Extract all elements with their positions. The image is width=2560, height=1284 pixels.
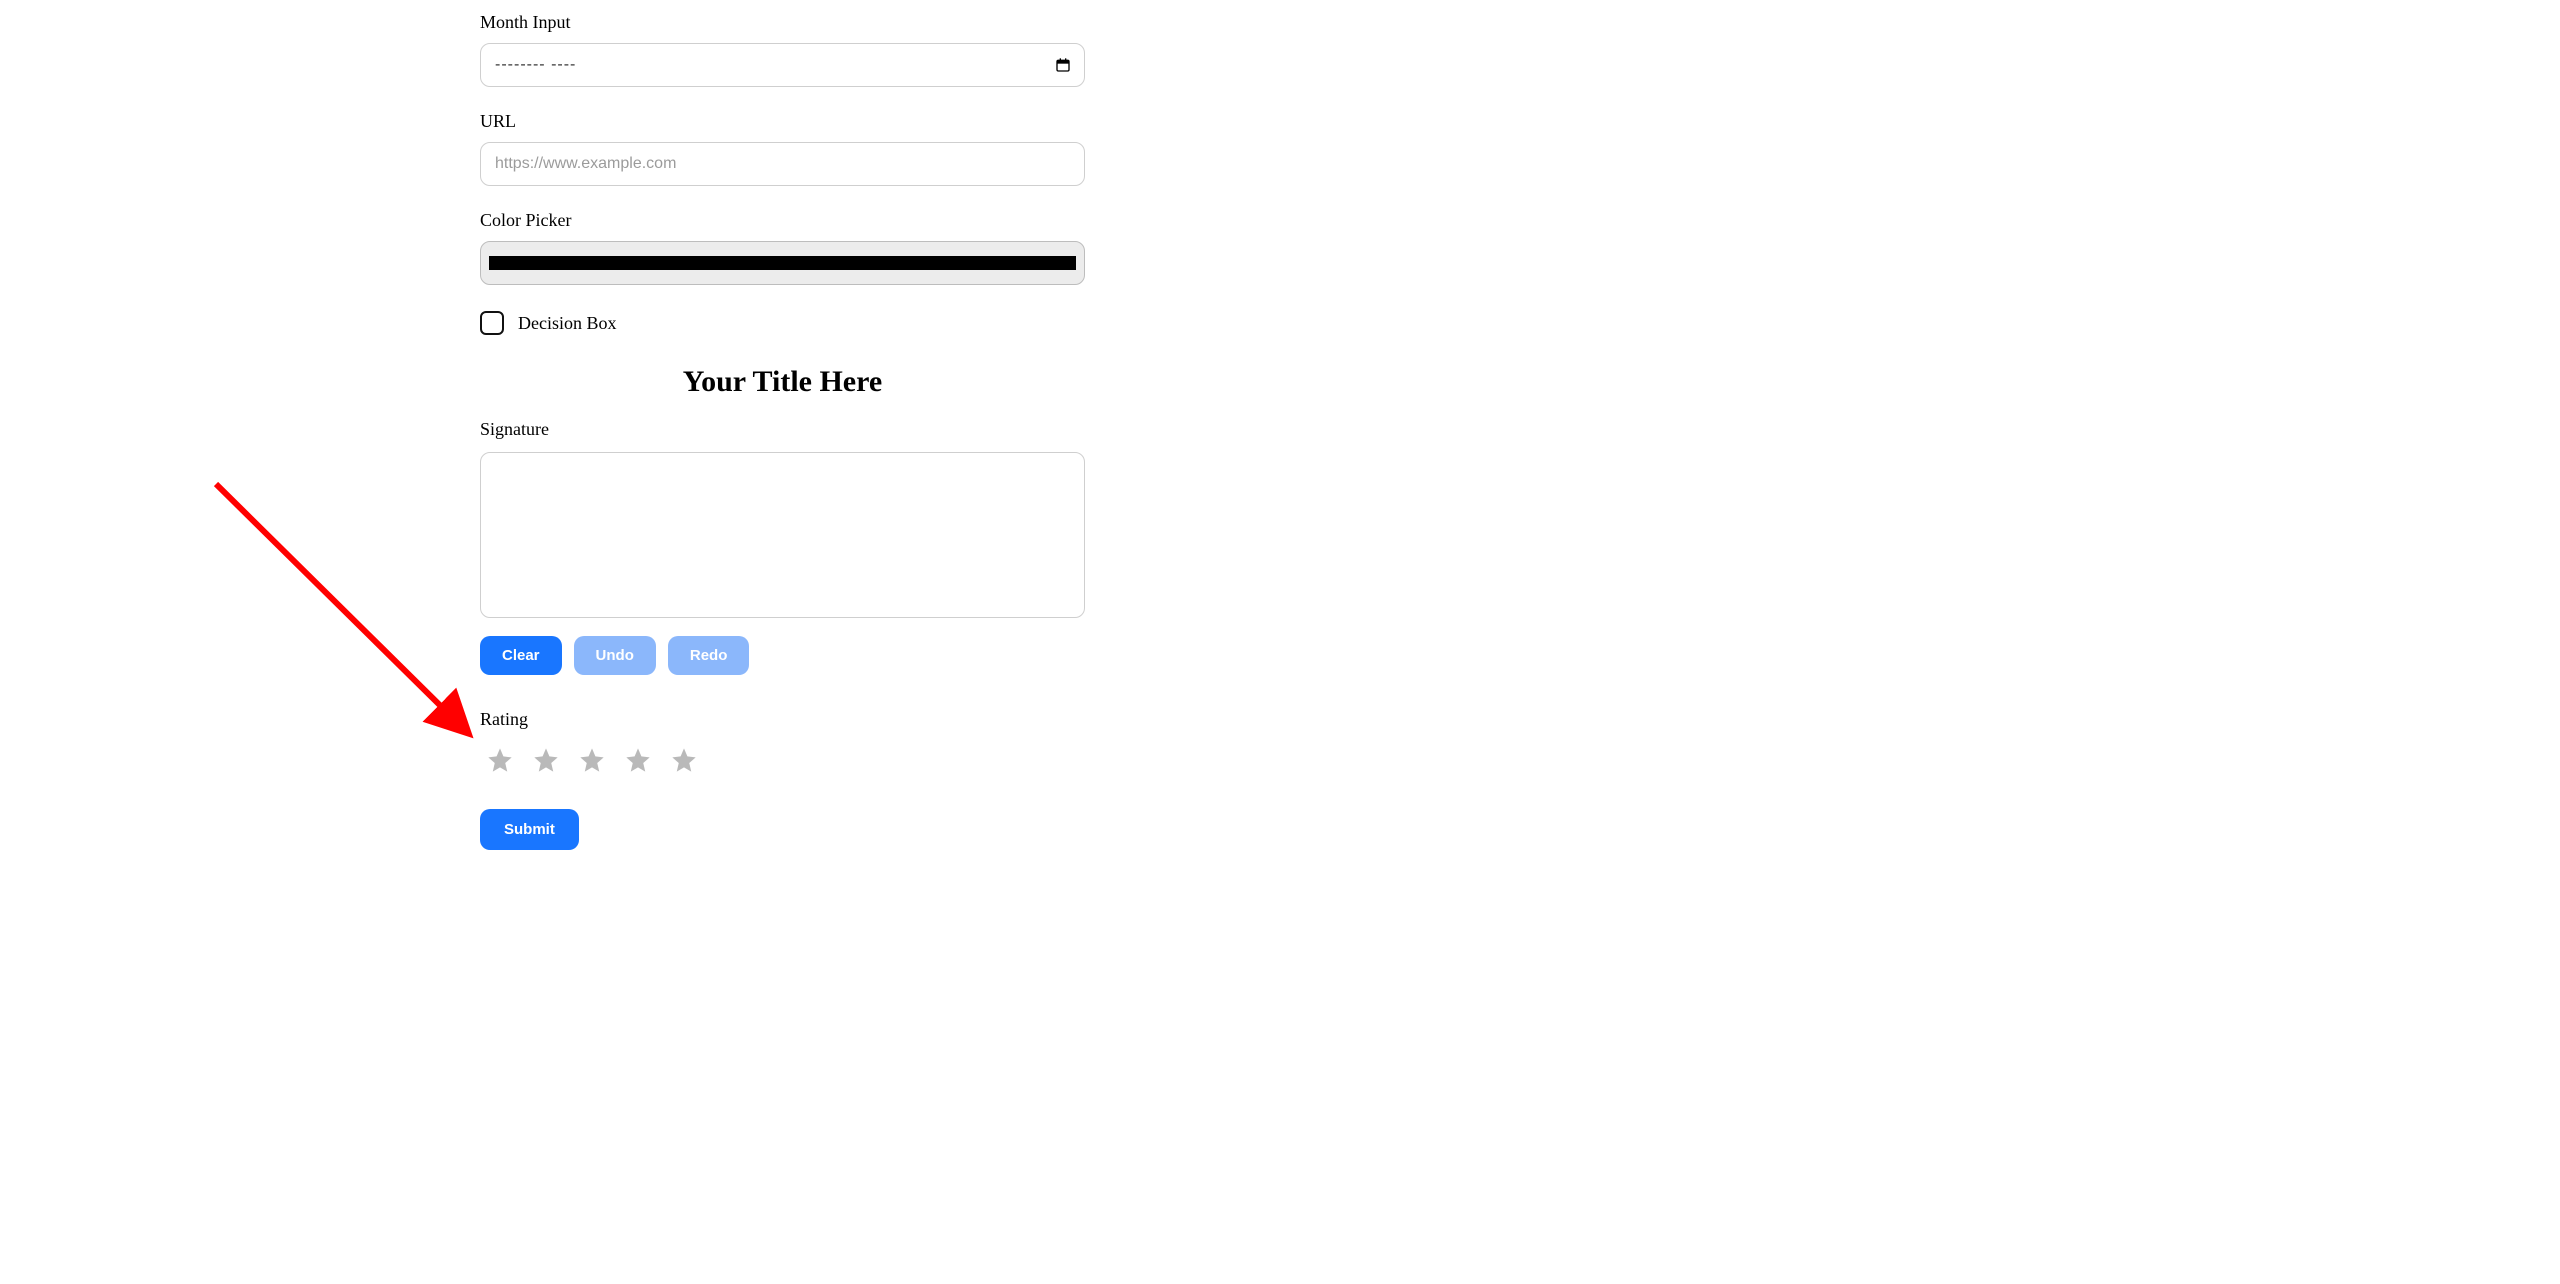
color-swatch	[489, 256, 1076, 270]
undo-button[interactable]: Undo	[574, 636, 656, 675]
submit-wrap: Submit	[480, 809, 1085, 850]
url-input[interactable]	[480, 142, 1085, 186]
clear-button[interactable]: Clear	[480, 636, 562, 675]
star-icon[interactable]	[532, 746, 560, 779]
decision-label: Decision Box	[518, 313, 617, 334]
annotation-arrow	[210, 478, 482, 744]
month-label: Month Input	[480, 12, 1085, 33]
star-icon[interactable]	[670, 746, 698, 779]
color-picker[interactable]	[480, 241, 1085, 285]
star-icon[interactable]	[624, 746, 652, 779]
form-column: Month Input -------- ---- URL Color Pick…	[480, 0, 1085, 850]
month-input[interactable]: -------- ----	[480, 43, 1085, 87]
color-label: Color Picker	[480, 210, 1085, 231]
signature-buttons: Clear Undo Redo	[480, 636, 1085, 675]
section-title: Your Title Here	[480, 365, 1085, 399]
signature-label: Signature	[480, 419, 1085, 440]
month-input-wrap: -------- ----	[480, 43, 1085, 87]
rating-stars	[480, 746, 1085, 779]
submit-button[interactable]: Submit	[480, 809, 579, 850]
decision-checkbox[interactable]	[480, 311, 504, 335]
url-label: URL	[480, 111, 1085, 132]
decision-row: Decision Box	[480, 311, 1085, 335]
redo-button[interactable]: Redo	[668, 636, 750, 675]
star-icon[interactable]	[578, 746, 606, 779]
month-value: -------- ----	[495, 56, 576, 74]
star-icon[interactable]	[486, 746, 514, 779]
signature-canvas[interactable]	[480, 452, 1085, 618]
calendar-icon[interactable]	[1055, 57, 1071, 73]
rating-label: Rating	[480, 709, 1085, 730]
